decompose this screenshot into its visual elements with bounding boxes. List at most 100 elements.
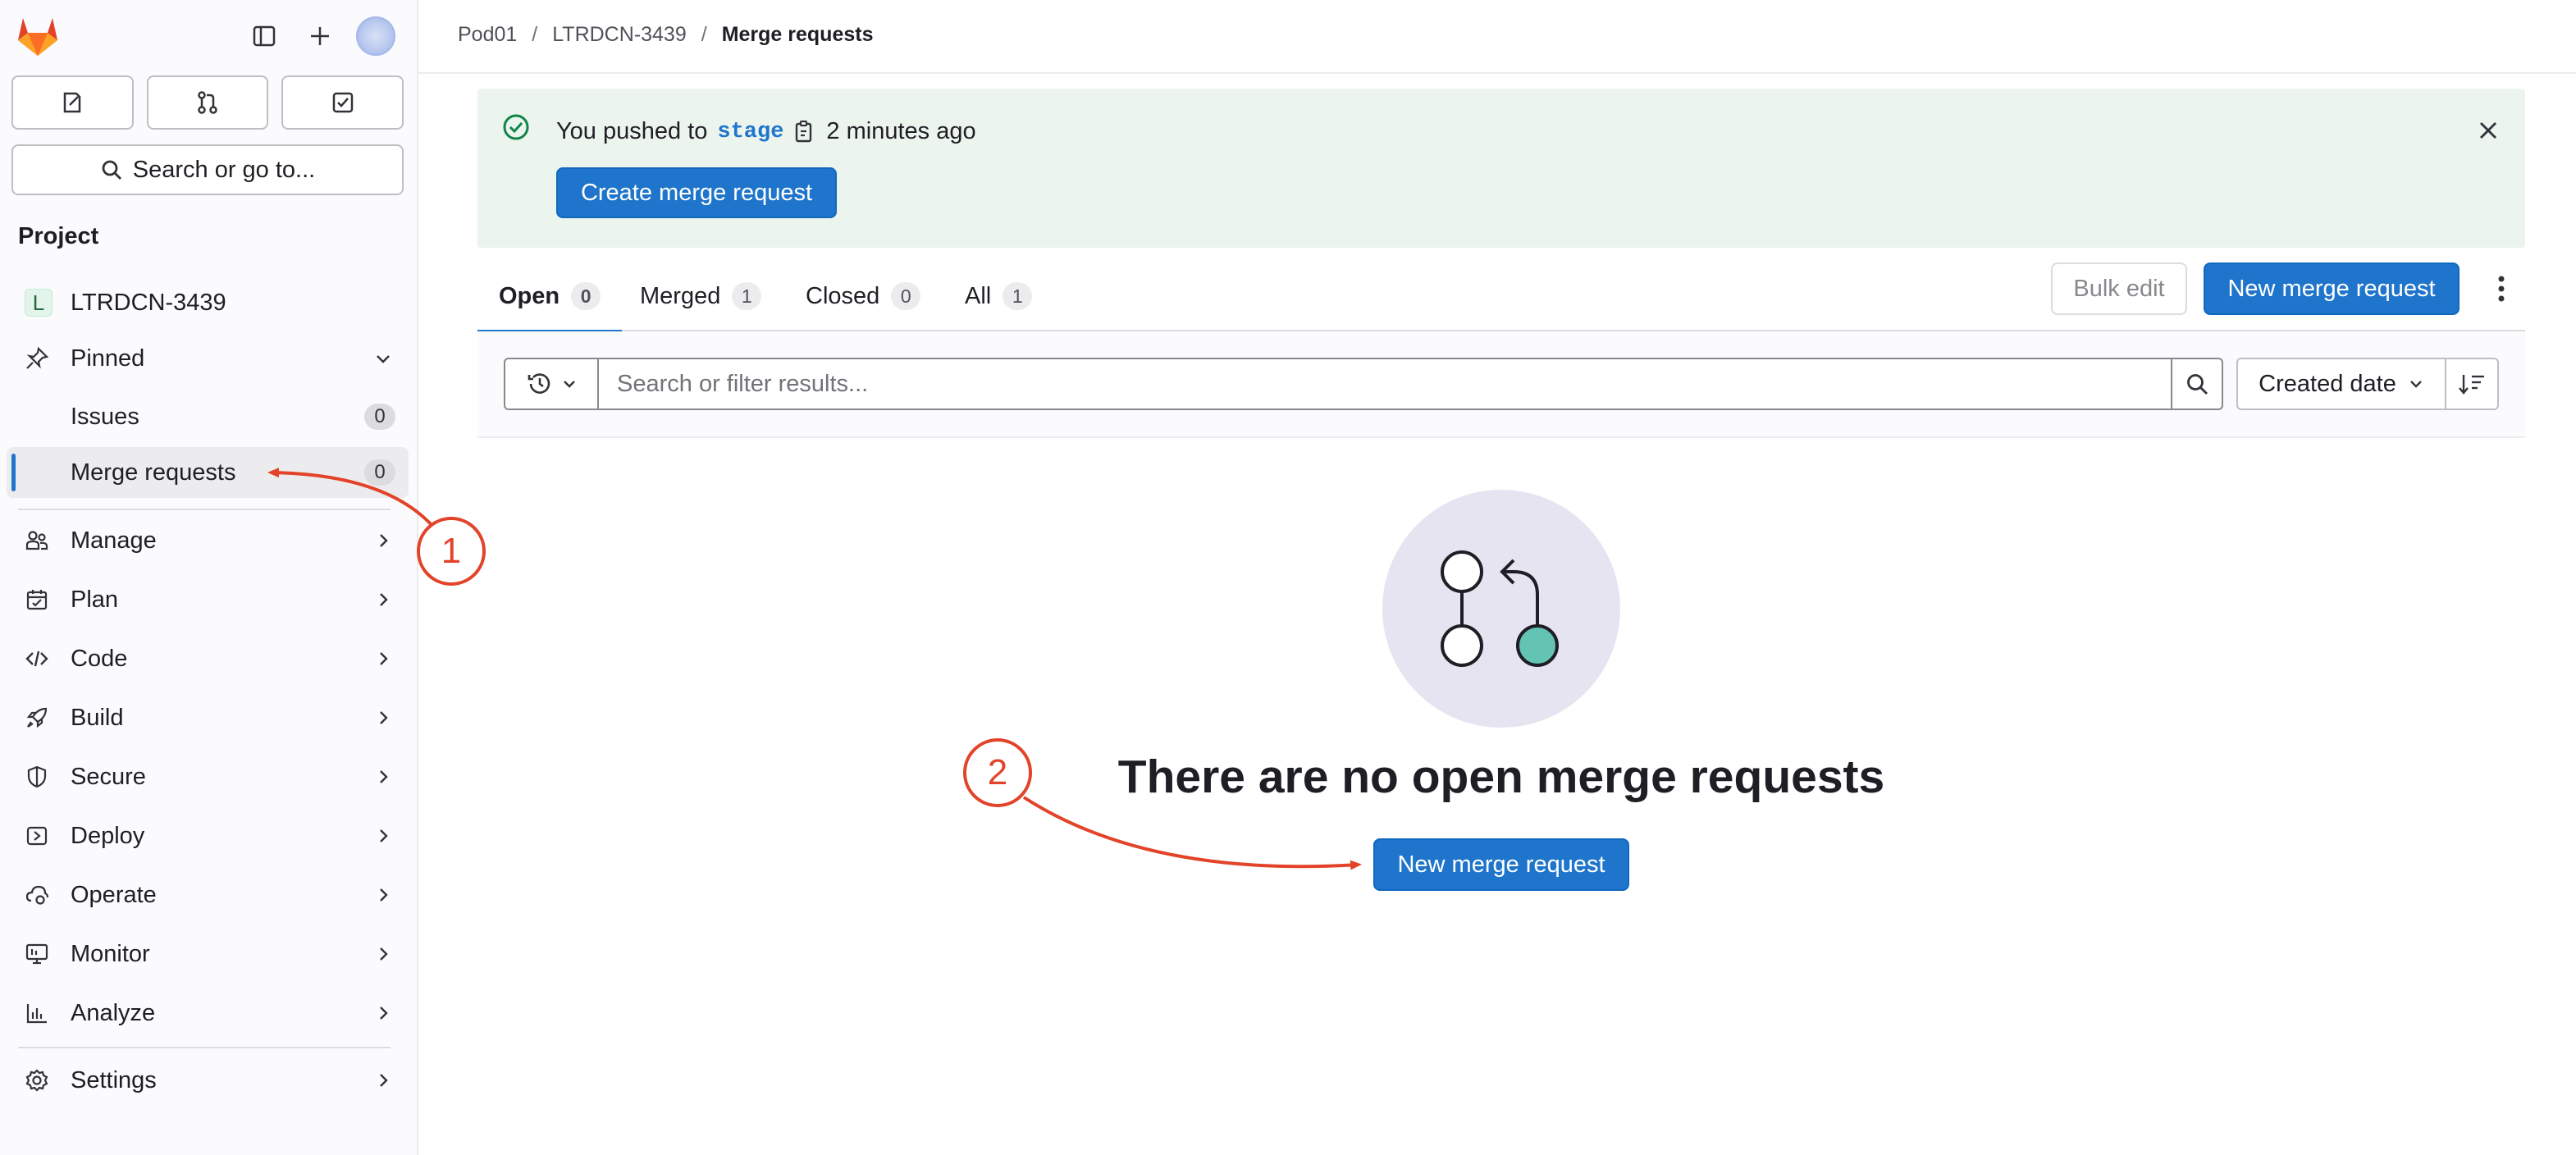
breadcrumb-group[interactable]: Pod01: [458, 23, 517, 47]
history-icon: [528, 373, 550, 394]
chevron-right-icon: [380, 829, 388, 842]
sort-group: Created date: [2236, 358, 2499, 410]
search-button[interactable]: Search or go to...: [11, 144, 404, 195]
merge-requests-button[interactable]: [146, 75, 269, 130]
top-bar: Pod01 / LTRDCN-3439 / Merge requests: [418, 0, 2576, 74]
sidebar-item-label: Build: [71, 704, 124, 731]
tab-count-badge: 0: [891, 282, 921, 310]
user-avatar[interactable]: [356, 16, 395, 56]
breadcrumb-project[interactable]: LTRDCN-3439: [552, 23, 686, 47]
tab-label: Closed: [806, 282, 880, 309]
chevron-right-icon: [380, 1007, 388, 1020]
sidebar-counters: [11, 75, 404, 130]
issues-icon: [64, 92, 81, 113]
new-merge-request-button[interactable]: New merge request: [2204, 262, 2460, 315]
sort-select[interactable]: Created date: [2238, 359, 2446, 409]
alert-message: You pushed to stage 2 minutes ago: [556, 118, 976, 145]
sidebar-item-code[interactable]: Code: [7, 633, 409, 684]
sidebar-item-merge-requests[interactable]: Merge requests 0: [7, 447, 409, 498]
alert-prefix: You pushed to: [556, 118, 708, 144]
sidebar-item-label: Monitor: [71, 940, 150, 967]
bulk-edit-button[interactable]: Bulk edit: [2051, 262, 2187, 315]
shield-icon: [27, 765, 47, 788]
sidebar-item-monitor[interactable]: Monitor: [7, 929, 409, 979]
sidebar-item-issues[interactable]: Issues 0: [7, 391, 409, 442]
sidebar-item-plan[interactable]: Plan: [7, 574, 409, 625]
chevron-down-icon: [564, 381, 575, 388]
merge-requests-count-badge: 0: [364, 459, 395, 486]
chevron-right-icon: [380, 711, 388, 724]
more-actions-icon[interactable]: [2489, 272, 2514, 305]
sidebar-item-label: Plan: [71, 586, 119, 613]
chevron-down-icon: [2409, 381, 2422, 388]
merge-request-tabs: Open 0 Merged 1 Closed 0 All 1 Bulk edit…: [477, 261, 2525, 333]
sidebar: Search or go to... Project L LTRDCN-3439…: [0, 0, 418, 1155]
create-merge-request-button[interactable]: Create merge request: [556, 167, 837, 218]
code-icon: [25, 651, 48, 667]
tab-count-badge: 1: [732, 282, 762, 310]
empty-state-new-merge-request-button[interactable]: New merge request: [1373, 838, 1629, 891]
chevron-right-icon: [380, 593, 388, 606]
tab-open[interactable]: Open 0: [477, 261, 623, 333]
chevron-right-icon: [380, 770, 388, 783]
gear-icon: [25, 1069, 48, 1092]
filter-search-button[interactable]: [2171, 359, 2222, 409]
tab-label: Merged: [640, 282, 721, 309]
close-icon[interactable]: [2476, 118, 2501, 143]
sidebar-item-analyze[interactable]: Analyze: [7, 988, 409, 1039]
empty-state-title: There are no open merge requests: [1117, 751, 1885, 803]
alert-time: 2 minutes ago: [826, 118, 976, 144]
tab-label: Open: [499, 282, 560, 309]
sidebar-item-label: Deploy: [71, 822, 145, 849]
sidebar-item-label: Code: [71, 645, 128, 672]
sidebar-item-project[interactable]: L LTRDCN-3439: [7, 277, 409, 328]
tab-count-badge: 0: [571, 282, 601, 310]
sort-direction-button[interactable]: [2446, 359, 2497, 409]
merge-request-illustration-icon: [1441, 550, 1559, 667]
search-history-button[interactable]: [505, 359, 599, 409]
breadcrumb-current[interactable]: Merge requests: [722, 23, 874, 47]
tab-merged[interactable]: Merged 1: [640, 261, 762, 331]
pin-icon: [26, 346, 49, 369]
sidebar-item-manage[interactable]: Manage: [7, 515, 409, 566]
check-circle-icon: [503, 114, 529, 140]
sidebar-item-settings[interactable]: Settings: [7, 1055, 409, 1106]
plus-icon[interactable]: [300, 16, 340, 56]
tab-all[interactable]: All 1: [965, 261, 1033, 331]
sidebar-item-deploy[interactable]: Deploy: [7, 810, 409, 861]
filter-search-input[interactable]: [599, 359, 2171, 409]
sidebar-toggle-icon[interactable]: [244, 16, 284, 56]
chevron-right-icon: [380, 1074, 388, 1087]
sort-label: Created date: [2259, 370, 2396, 397]
sidebar-item-operate[interactable]: Operate: [7, 870, 409, 920]
deploy-icon: [26, 826, 48, 846]
sidebar-item-label: Operate: [71, 881, 157, 908]
annotation-marker-1: 1: [417, 517, 486, 586]
breadcrumb-separator: /: [701, 23, 707, 46]
gitlab-logo-icon[interactable]: [15, 15, 61, 57]
tab-closed[interactable]: Closed 0: [806, 261, 921, 331]
annotation-marker-2: 2: [963, 738, 1032, 807]
sidebar-item-pinned[interactable]: Pinned: [7, 333, 409, 384]
push-alert: You pushed to stage 2 minutes ago Create…: [477, 89, 2525, 248]
sidebar-item-build[interactable]: Build: [7, 692, 409, 743]
chevron-down-icon: [377, 355, 390, 363]
project-name: LTRDCN-3439: [71, 289, 226, 316]
tab-label: All: [965, 282, 992, 309]
breadcrumb: Pod01 / LTRDCN-3439 / Merge requests: [458, 23, 873, 47]
search-label: Search or go to...: [132, 156, 316, 183]
assigned-issues-button[interactable]: [11, 75, 134, 130]
sidebar-divider: [18, 1047, 391, 1048]
chevron-right-icon: [380, 534, 388, 547]
breadcrumb-separator: /: [532, 23, 538, 46]
copy-icon[interactable]: [793, 120, 816, 144]
branch-name[interactable]: stage: [717, 120, 783, 144]
sidebar-item-label: Settings: [71, 1066, 157, 1093]
chevron-right-icon: [380, 652, 388, 665]
sidebar-item-secure[interactable]: Secure: [7, 751, 409, 802]
merge-request-icon: [198, 91, 217, 114]
users-icon: [25, 531, 48, 550]
todo-list-button[interactable]: [281, 75, 404, 130]
sort-descending-icon: [2459, 375, 2484, 395]
chevron-right-icon: [380, 888, 388, 902]
